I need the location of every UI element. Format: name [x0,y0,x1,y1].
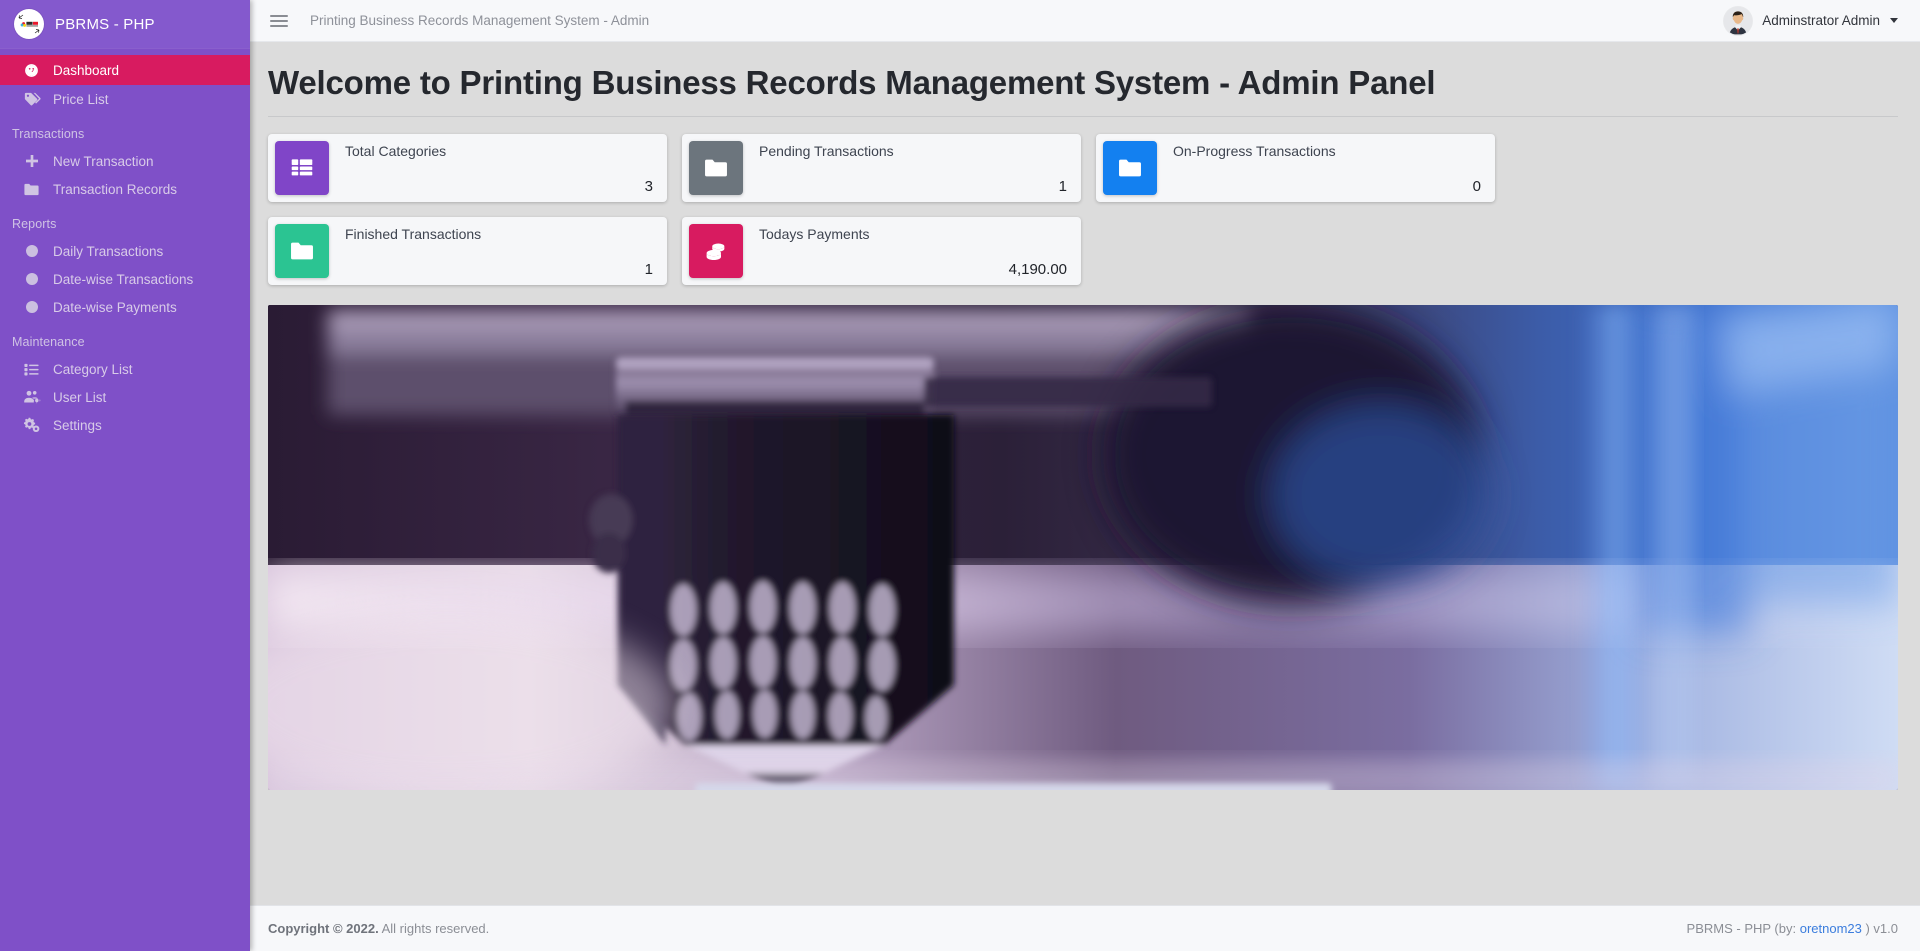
user-avatar-icon [1724,6,1753,35]
hero-image-wrap [250,285,1920,790]
card-value: 3 [644,178,653,195]
sidebar-item-settings[interactable]: Settings [0,411,250,439]
circle-icon [22,298,41,317]
sidebar-item-datewise-transactions[interactable]: Date-wise Transactions [0,265,250,293]
user-menu[interactable]: Adminstrator Admin [1724,6,1898,35]
chevron-down-icon[interactable] [1890,18,1898,23]
sidebar-group-header-maintenance: Maintenance [12,335,85,349]
card-todays-payments[interactable]: Todays Payments 4,190.00 [682,217,1081,285]
hamburger-icon[interactable] [270,14,288,27]
sidebar-nav: Dashboard Price List Transactions New Tr… [0,48,250,439]
price-tag-icon [22,90,41,109]
card-value: 1 [1058,178,1067,195]
footer-credit-suffix: ) v1.0 [1861,921,1898,936]
sidebar-item-label: Daily Transactions [53,243,164,259]
card-finished-transactions[interactable]: Finished Transactions 1 [268,217,667,285]
circle-icon [22,270,41,289]
card-label: Total Categories [345,143,447,159]
print-place-logo-icon [14,9,44,39]
sidebar-group-header-reports: Reports [12,217,57,231]
sidebar-item-label: Dashboard [53,62,120,78]
card-label: Pending Transactions [759,143,894,159]
footer-copyright-strong: Copyright © 2022. [268,921,379,936]
footer: Copyright © 2022. All rights reserved. P… [250,905,1920,951]
footer-credit-prefix: PBRMS - PHP (by: [1686,921,1800,936]
sidebar-item-category-list[interactable]: Category List [0,355,250,383]
user-name-label: Adminstrator Admin [1762,13,1880,28]
footer-copyright: Copyright © 2022. All rights reserved. [268,921,489,936]
footer-credit: PBRMS - PHP (by: oretnom23 ) v1.0 [1687,921,1898,936]
summary-cards: Total Categories 3 Pending Transactions … [250,117,1920,285]
table-grid-icon [275,141,329,195]
sidebar: PBRMS - PHP Dashboard Price List Transac… [0,0,250,951]
plus-icon [22,152,41,171]
sidebar-group-header-transactions: Transactions [12,127,85,141]
card-pending-transactions[interactable]: Pending Transactions 1 [682,134,1081,202]
sidebar-item-label: Transaction Records [53,181,178,197]
page-title: Welcome to Printing Business Records Man… [268,64,1436,101]
sidebar-item-dashboard[interactable]: Dashboard [0,55,250,85]
sidebar-item-label: Settings [53,417,102,433]
sidebar-item-label: User List [53,389,107,405]
card-label: Todays Payments [759,226,870,242]
card-onprogress-transactions[interactable]: On-Progress Transactions 0 [1096,134,1495,202]
folder-icon [689,141,743,195]
card-value: 4,190.00 [1008,261,1067,278]
hero-image [268,305,1898,790]
brand-title: PBRMS - PHP [55,15,155,33]
footer-credit-link[interactable]: oretnom23 [1800,921,1862,936]
card-value: 0 [1472,178,1481,195]
admin-dashboard-page: PBRMS - PHP Dashboard Price List Transac… [0,0,1920,951]
gears-icon [22,416,41,435]
card-label: On-Progress Transactions [1173,143,1336,159]
sidebar-item-user-list[interactable]: User List [0,383,250,411]
sidebar-item-label: Price List [53,91,109,107]
sidebar-item-label: Category List [53,361,133,377]
card-value: 1 [644,261,653,278]
folder-icon [1103,141,1157,195]
users-gear-icon [22,388,41,407]
main-area: Printing Business Records Management Sys… [250,0,1920,951]
list-icon [22,360,41,379]
dashboard-gauge-icon [22,61,41,80]
sidebar-item-label: New Transaction [53,153,154,169]
sidebar-item-datewise-payments[interactable]: Date-wise Payments [0,293,250,321]
sidebar-item-label: Date-wise Transactions [53,271,194,287]
sidebar-item-new-transaction[interactable]: New Transaction [0,147,250,175]
card-total-categories[interactable]: Total Categories 3 [268,134,667,202]
topbar-title: Printing Business Records Management Sys… [310,13,650,28]
topbar: Printing Business Records Management Sys… [250,0,1920,42]
sidebar-item-transaction-records[interactable]: Transaction Records [0,175,250,203]
coins-stack-icon [689,224,743,278]
sidebar-item-price-list[interactable]: Price List [0,85,250,113]
content-area: Welcome to Printing Business Records Man… [250,42,1920,905]
folder-icon [22,180,41,199]
card-label: Finished Transactions [345,226,482,242]
folder-icon [275,224,329,278]
brand-header[interactable]: PBRMS - PHP [0,0,250,48]
footer-copyright-rest: All rights reserved. [378,921,490,936]
sidebar-item-daily-transactions[interactable]: Daily Transactions [0,237,250,265]
circle-icon [22,242,41,261]
sidebar-item-label: Date-wise Payments [53,299,177,315]
